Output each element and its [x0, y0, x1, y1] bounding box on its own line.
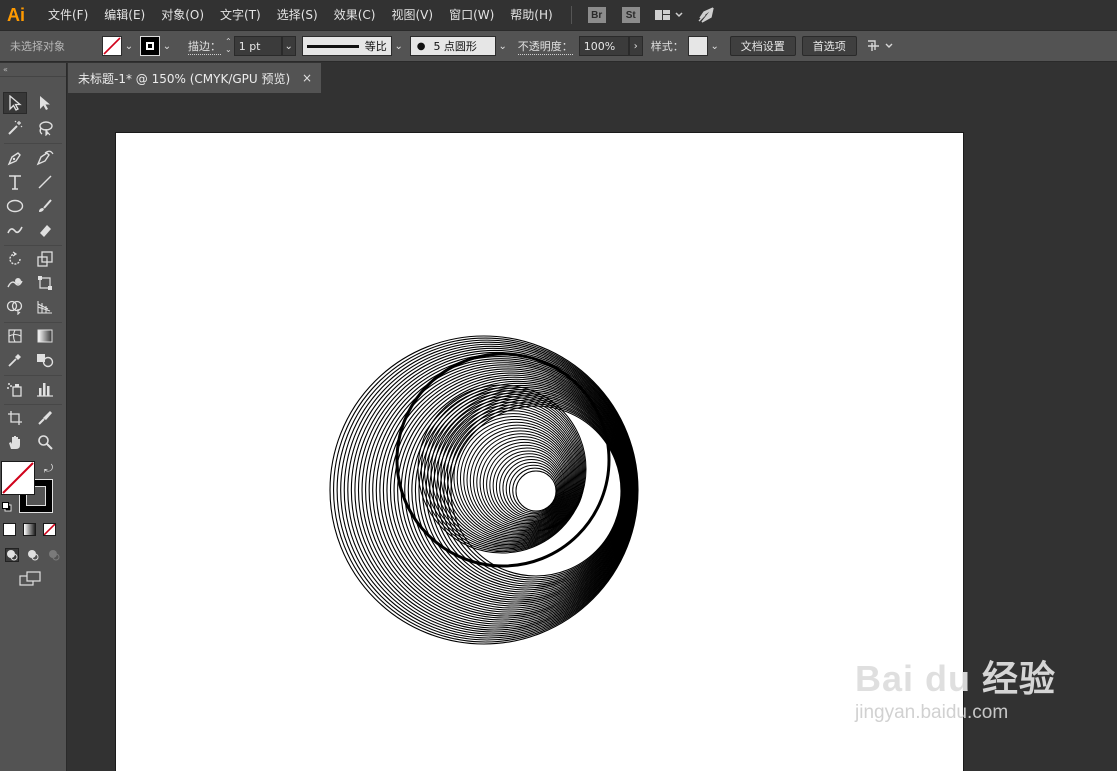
warp-tool-icon[interactable] — [3, 272, 27, 294]
direct-selection-tool-icon[interactable] — [33, 92, 57, 114]
symbol-sprayer-icon[interactable] — [3, 378, 27, 400]
swap-fill-stroke-icon[interactable]: ⤾ — [44, 462, 53, 476]
concentric-rings-artwork[interactable] — [116, 133, 965, 771]
tool-divider — [4, 404, 62, 405]
menu-file[interactable]: 文件(F) — [40, 0, 96, 30]
free-transform-icon[interactable] — [33, 272, 57, 294]
blend-tool-icon[interactable] — [33, 349, 57, 371]
fill-color-box[interactable] — [1, 461, 35, 495]
type-tool-icon[interactable] — [3, 171, 27, 193]
selection-status: 未选择对象 — [10, 40, 65, 53]
stroke-swatch[interactable] — [140, 36, 160, 56]
shaper-tool-icon[interactable] — [3, 219, 27, 241]
eyedropper-icon[interactable] — [3, 349, 27, 371]
tools-panel: « ⤾ — [0, 63, 67, 771]
watermark-url: jingyan.baidu.com — [855, 702, 1009, 723]
menu-object[interactable]: 对象(O) — [153, 0, 212, 30]
shape-builder-icon[interactable] — [3, 296, 27, 318]
panel-grip[interactable]: « — [0, 63, 66, 77]
profile-label: 等比 — [364, 40, 387, 53]
stroke-label[interactable]: 描边： — [188, 38, 221, 55]
document-tab-bar: 未标题-1* @ 150% (CMYK/GPU 预览) × — [68, 63, 1117, 93]
workspace-layout-icon[interactable] — [654, 8, 684, 22]
line-tool-icon[interactable] — [33, 171, 57, 193]
opacity-field[interactable]: 100% — [578, 36, 629, 56]
lasso-icon[interactable] — [33, 117, 57, 139]
default-fill-stroke-icon[interactable] — [2, 501, 12, 512]
color-mode-icon[interactable] — [3, 523, 16, 536]
artboard[interactable] — [115, 132, 964, 771]
ellipse-tool-icon[interactable] — [3, 195, 27, 217]
none-mode-icon[interactable] — [43, 523, 56, 536]
fill-swatch[interactable] — [102, 36, 122, 56]
eraser-icon[interactable] — [33, 219, 57, 241]
stroke-dropdown-arrow[interactable]: ⌄ — [160, 36, 174, 56]
arrange-documents-icon[interactable] — [865, 38, 895, 54]
brush-label: 5 点圆形 — [433, 40, 477, 53]
profile-dropdown-arrow[interactable]: ⌄ — [392, 36, 406, 56]
tool-divider — [4, 245, 62, 246]
brush-dropdown-arrow[interactable]: ⌄ — [496, 36, 510, 56]
gradient-mode-icon[interactable] — [23, 523, 36, 536]
slice-tool-icon[interactable] — [33, 407, 57, 429]
control-bar: 未选择对象 ⌄ ⌄ 描边： ⌃ ⌄ 1 pt ⌄ 等比 ⌄ ● 5 点圆形 ⌄ 不… — [0, 30, 1117, 62]
style-dropdown-arrow[interactable]: ⌄ — [708, 36, 722, 56]
gradient-tool-icon[interactable] — [33, 325, 57, 347]
selection-tool-icon[interactable] — [3, 92, 27, 114]
menu-effect[interactable]: 效果(C) — [326, 0, 384, 30]
watermark-brand: Bai du 经验 — [855, 658, 1057, 699]
draw-normal-icon[interactable] — [4, 548, 19, 562]
rotate-tool-icon[interactable] — [3, 248, 27, 270]
document-setup-button[interactable]: 文档设置 — [729, 36, 796, 56]
opacity-arrow[interactable]: › — [628, 36, 643, 56]
tool-divider — [4, 143, 62, 144]
menu-type[interactable]: 文字(T) — [212, 0, 269, 30]
screen-mode-icon[interactable] — [19, 571, 41, 590]
column-graph-icon[interactable] — [33, 378, 57, 400]
menu-select[interactable]: 选择(S) — [269, 0, 326, 30]
menu-view[interactable]: 视图(V) — [383, 0, 441, 30]
perspective-grid-icon[interactable] — [33, 296, 57, 318]
stock-button[interactable]: St — [621, 7, 640, 23]
document-tab-title: 未标题-1* @ 150% (CMYK/GPU 预览) — [78, 71, 291, 86]
artboard-tool-icon[interactable] — [3, 407, 27, 429]
variable-width-profile[interactable]: 等比 — [301, 36, 392, 56]
scale-tool-icon[interactable] — [33, 248, 57, 270]
mesh-tool-icon[interactable] — [3, 325, 27, 347]
bridge-button[interactable]: Br — [587, 7, 606, 23]
app-logo: Ai — [7, 4, 25, 25]
magic-wand-icon[interactable] — [3, 117, 27, 139]
brush-definition[interactable]: ● 5 点圆形 — [409, 36, 496, 56]
document-tab[interactable]: 未标题-1* @ 150% (CMYK/GPU 预览) × — [68, 63, 321, 93]
tool-divider — [4, 375, 62, 376]
rocket-icon[interactable] — [696, 6, 716, 24]
curvature-tool-icon[interactable] — [33, 147, 57, 169]
stroke-weight-field[interactable]: 1 pt — [233, 36, 282, 56]
baidu-watermark: Bai du 经验 jingyan.baidu.com — [855, 650, 1056, 724]
paintbrush-icon[interactable] — [33, 195, 57, 217]
menu-bar: Ai 文件(F) 编辑(E) 对象(O) 文字(T) 选择(S) 效果(C) 视… — [0, 0, 1117, 30]
graphic-style-swatch[interactable] — [687, 36, 708, 56]
close-icon[interactable]: × — [302, 71, 312, 85]
drawing-modes — [1, 545, 64, 565]
zoom-tool-icon[interactable] — [33, 431, 57, 453]
draw-inside-icon[interactable] — [47, 548, 61, 562]
stroke-stepper[interactable]: ⌃ ⌄ — [225, 38, 232, 54]
menu-help[interactable]: 帮助(H) — [502, 0, 560, 30]
draw-behind-icon[interactable] — [26, 548, 40, 562]
opacity-label[interactable]: 不透明度： — [517, 38, 573, 55]
stroke-weight-dropdown[interactable]: ⌄ — [281, 36, 296, 56]
style-label: 样式： — [650, 40, 684, 53]
pen-tool-icon[interactable] — [3, 147, 27, 169]
menu-edit[interactable]: 编辑(E) — [96, 0, 153, 30]
tool-divider — [4, 322, 62, 323]
menu-window[interactable]: 窗口(W) — [441, 0, 502, 30]
preferences-button[interactable]: 首选项 — [801, 36, 857, 56]
hand-tool-icon[interactable] — [3, 431, 27, 453]
fill-dropdown-arrow[interactable]: ⌄ — [122, 36, 136, 56]
menu-divider — [570, 6, 572, 24]
